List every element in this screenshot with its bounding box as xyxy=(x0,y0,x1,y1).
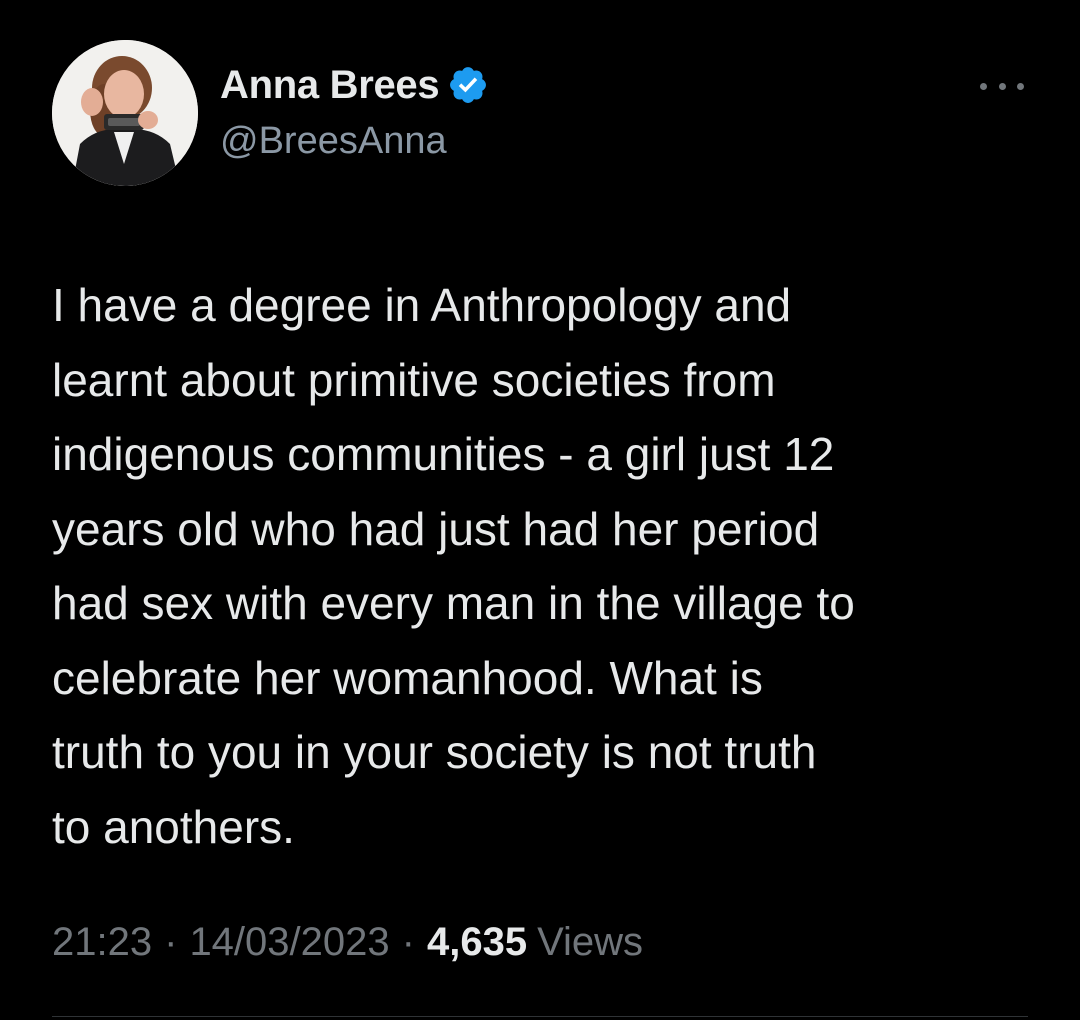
more-dot xyxy=(998,82,1006,90)
verified-badge-icon xyxy=(450,67,487,103)
views-label[interactable]: Views xyxy=(537,920,643,965)
tweet-meta: 21:23 · 14/03/2023 · 4,635 Views xyxy=(52,920,643,965)
display-name[interactable]: Anna Brees xyxy=(220,63,440,108)
more-dot xyxy=(1017,82,1024,90)
tweet-date[interactable]: 14/03/2023 xyxy=(189,920,389,965)
divider xyxy=(52,1016,1028,1017)
meta-separator: · xyxy=(164,920,178,964)
author-handle[interactable]: @BreesAnna xyxy=(220,120,447,163)
avatar-photo xyxy=(52,40,198,186)
more-horizontal-icon[interactable] xyxy=(980,78,1024,94)
avatar[interactable] xyxy=(52,40,198,186)
views-count[interactable]: 4,635 xyxy=(427,920,527,965)
tweet-time[interactable]: 21:23 xyxy=(52,920,152,965)
author-name-row: Anna Brees xyxy=(220,60,489,110)
tweet: Anna Brees @BreesAnna I have a degree in… xyxy=(0,0,1080,1020)
meta-separator: · xyxy=(401,920,415,964)
more-dot xyxy=(980,82,987,90)
tweet-text: I have a degree in Anthropology and lear… xyxy=(52,279,855,853)
